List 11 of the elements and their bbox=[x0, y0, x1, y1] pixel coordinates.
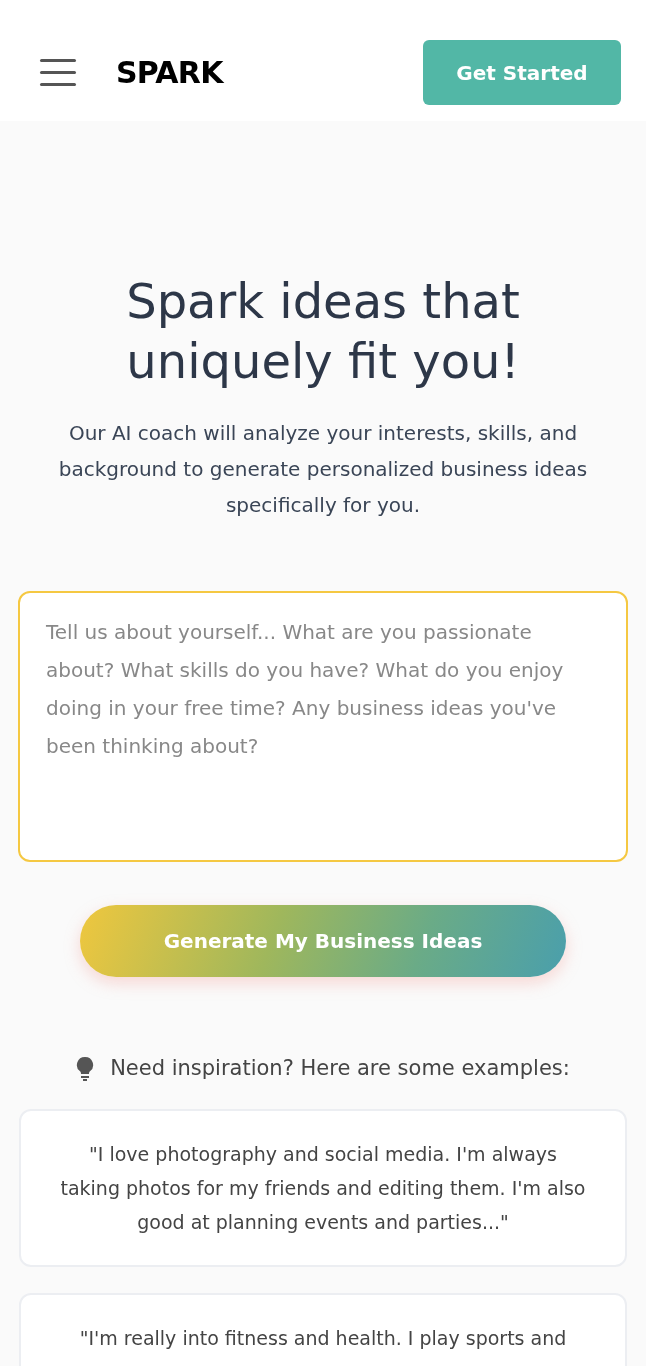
logo: SPARK bbox=[116, 54, 223, 92]
example-text: "I love photography and social media. I'm always taking photos for my friends and editing them. I'm also good at planning events and parties..." bbox=[59, 1141, 587, 1235]
hero-title: Spark ideas that uniquely fit you! bbox=[125, 272, 521, 391]
example-text: "I'm really into fitness and health. I play sports and bbox=[78, 1325, 568, 1351]
example-card[interactable]: "I'm really into fitness and health. I play sports and bbox=[19, 1292, 627, 1366]
hero-subtitle: Our AI coach will analyze your interests, skills, and background to generate personalized business ideas specifically for you. bbox=[57, 420, 589, 519]
examples-heading: Need inspiration? Here are some examples: bbox=[110, 1055, 570, 1082]
menu-icon[interactable] bbox=[40, 59, 76, 86]
lightbulb-icon bbox=[76, 1056, 95, 1081]
about-yourself-field[interactable]: Tell us about yourself... What are you passionate about? What skills do you have? What do you enjoy doing in your free time? Any business ideas you've been thinking about? bbox=[18, 591, 628, 862]
example-card[interactable]: "I love photography and social media. I'm always taking photos for my friends and editing them. I'm also good at planning events and parties..." bbox=[19, 1108, 627, 1267]
